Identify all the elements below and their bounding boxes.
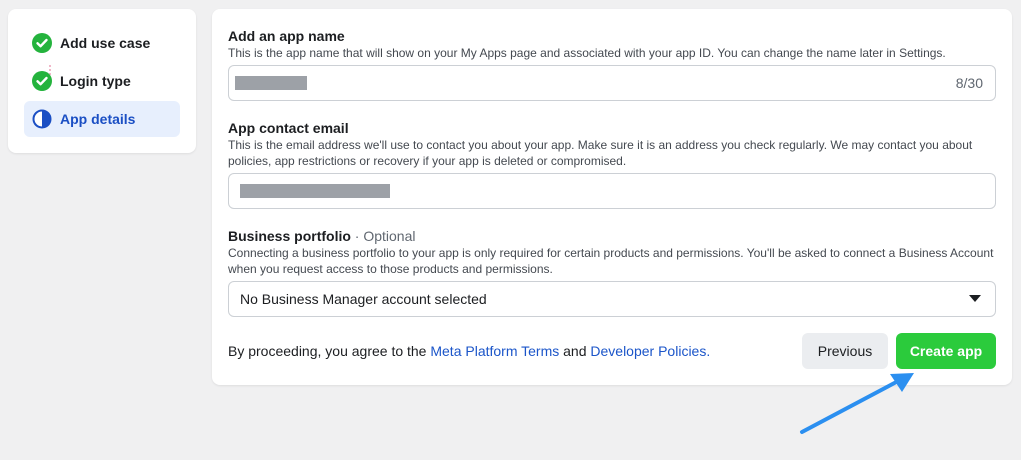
step-app-details[interactable]: App details	[24, 101, 180, 137]
progress-steps-card: Add use case Login type App details	[8, 9, 196, 153]
app-details-form: Add an app name This is the app name tha…	[212, 9, 1012, 385]
step-label: App details	[60, 111, 136, 127]
annotation-arrow-icon	[800, 373, 914, 434]
developer-policies-link[interactable]: Developer Policies.	[590, 343, 710, 359]
half-circle-progress-icon	[32, 109, 52, 129]
step-label: Login type	[60, 73, 131, 89]
app-name-title: Add an app name	[228, 28, 345, 44]
business-portfolio-title: Business portfolio · Optional	[228, 228, 416, 244]
caret-down-icon	[969, 295, 981, 302]
redacted-value	[240, 184, 390, 198]
meta-platform-terms-link[interactable]: Meta Platform Terms	[430, 343, 559, 359]
business-portfolio-label: Business portfolio	[228, 228, 351, 244]
step-login-type[interactable]: Login type	[24, 63, 180, 99]
contact-email-input[interactable]	[228, 173, 996, 209]
select-value: No Business Manager account selected	[240, 291, 487, 307]
redacted-value	[235, 76, 307, 90]
terms-prefix: By proceeding, you agree to the	[228, 343, 427, 359]
terms-and: and	[563, 343, 587, 359]
step-add-use-case[interactable]: Add use case	[24, 25, 180, 61]
optional-label: · Optional	[354, 228, 416, 244]
check-circle-icon	[32, 33, 52, 53]
terms-notice: By proceeding, you agree to the Meta Pla…	[228, 343, 710, 359]
contact-email-description: This is the email address we'll use to c…	[228, 138, 973, 168]
create-app-button[interactable]: Create app	[896, 333, 996, 369]
char-counter: 8/30	[955, 75, 983, 91]
app-name-input[interactable]: 8/30	[228, 65, 996, 101]
business-portfolio-select[interactable]: No Business Manager account selected	[228, 281, 996, 317]
app-name-description: This is the app name that will show on y…	[228, 46, 946, 60]
business-portfolio-description: Connecting a business portfolio to your …	[228, 246, 994, 276]
step-label: Add use case	[60, 35, 151, 51]
previous-button[interactable]: Previous	[802, 333, 888, 369]
check-circle-icon	[32, 71, 52, 91]
contact-email-title: App contact email	[228, 120, 349, 136]
